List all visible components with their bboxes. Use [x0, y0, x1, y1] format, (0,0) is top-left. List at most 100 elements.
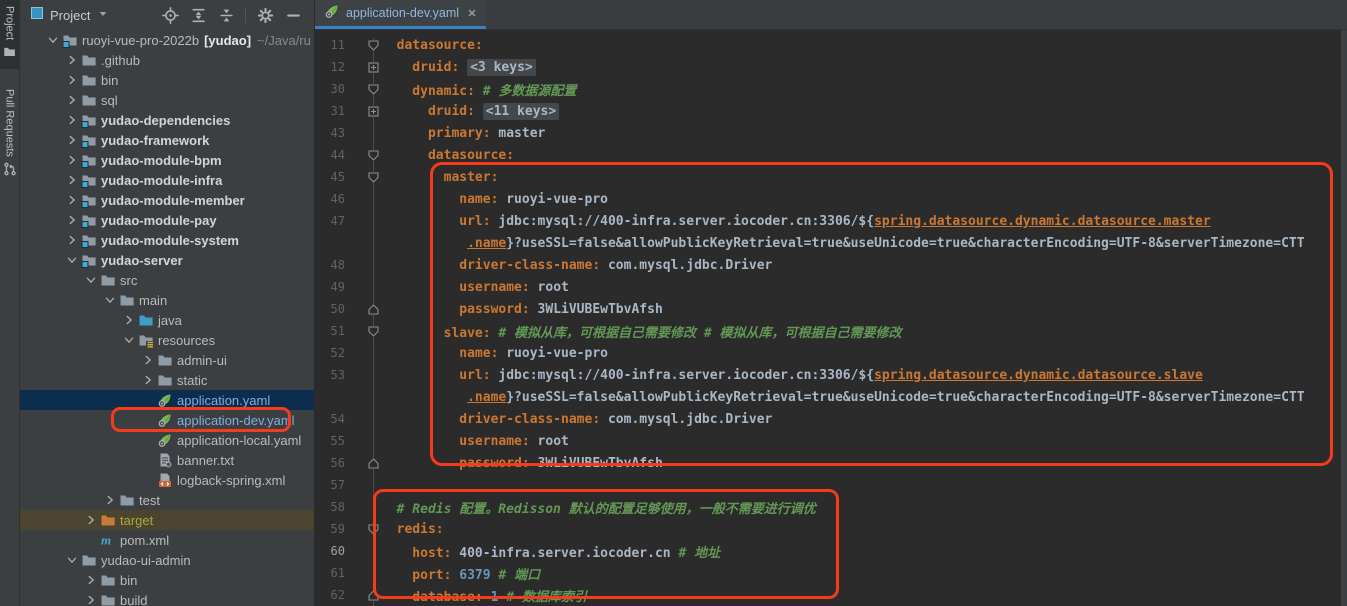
chevron-right-icon[interactable] — [63, 153, 81, 167]
tree-item-yudao-framework[interactable]: yudao-framework — [20, 130, 314, 150]
close-icon[interactable] — [467, 8, 477, 18]
chevron-down-icon[interactable] — [63, 253, 81, 267]
hide-panel-icon[interactable] — [282, 4, 304, 26]
settings-gear-icon[interactable] — [254, 4, 276, 26]
tree-item-yudao-ui-admin[interactable]: yudao-ui-admin — [20, 550, 314, 570]
fold-marker-collapse-icon[interactable] — [345, 458, 381, 469]
code-text: port: 6379 # 端口 — [381, 564, 540, 583]
fold-marker-collapse-icon[interactable] — [345, 304, 381, 315]
chevron-right-icon[interactable] — [82, 573, 100, 587]
code-line-55: 55 username: root — [315, 430, 1341, 452]
chevron-right-icon[interactable] — [101, 493, 119, 507]
tree-item-application-yaml[interactable]: application.yaml — [20, 390, 314, 410]
spring-yaml-icon — [157, 412, 175, 428]
fold-marker-collapse-icon[interactable] — [345, 326, 381, 337]
fold-marker-collapse-icon[interactable] — [345, 150, 381, 161]
chevron-right-icon[interactable] — [63, 193, 81, 207]
tree-item-application-local-yaml[interactable]: application-local.yaml — [20, 430, 314, 450]
tree-item-static[interactable]: static — [20, 370, 314, 390]
tree-item-main[interactable]: main — [20, 290, 314, 310]
chevron-down-icon[interactable] — [82, 273, 100, 287]
tree-item-label: banner.txt — [175, 453, 234, 468]
chevron-right-icon[interactable] — [139, 353, 157, 367]
tree-item-label: pom.xml — [118, 533, 169, 548]
tree-item--github[interactable]: .github — [20, 50, 314, 70]
folded-region[interactable]: <11 keys> — [483, 103, 559, 120]
tool-button-pull-requests[interactable]: Pull Requests — [0, 83, 19, 187]
tree-item-yudao-server[interactable]: yudao-server — [20, 250, 314, 270]
code-text: datasource: — [381, 148, 514, 163]
project-panel-title[interactable]: Project — [50, 8, 90, 23]
tree-item-yudao-module-system[interactable]: yudao-module-system — [20, 230, 314, 250]
project-path: ~/Java/ru — [251, 33, 311, 48]
chevron-right-icon[interactable] — [82, 513, 100, 527]
tree-item-admin-ui[interactable]: admin-ui — [20, 350, 314, 370]
tree-item-logback-spring-xml[interactable]: logback-spring.xml — [20, 470, 314, 490]
chevron-down-icon[interactable] — [63, 553, 81, 567]
text-file-icon — [157, 452, 175, 468]
tree-item-label: application-dev.yaml — [175, 413, 295, 428]
chevron-right-icon[interactable] — [63, 173, 81, 187]
chevron-down-icon[interactable] — [44, 33, 62, 47]
tree-item-sql[interactable]: sql — [20, 90, 314, 110]
chevron-down-icon[interactable] — [98, 6, 108, 24]
tree-item-target[interactable]: target — [20, 510, 314, 530]
fold-marker-collapse-icon[interactable] — [345, 524, 381, 535]
fold-marker-expand-icon[interactable] — [345, 62, 381, 73]
fold-marker-collapse-icon[interactable] — [345, 172, 381, 183]
chevron-right-icon[interactable] — [120, 313, 138, 327]
tree-item-src[interactable]: src — [20, 270, 314, 290]
tree-item-yudao-module-pay[interactable]: yudao-module-pay — [20, 210, 314, 230]
fold-marker-expand-icon[interactable] — [345, 106, 381, 117]
project-folder-icon — [3, 45, 16, 63]
tool-button-pull-requests-label: Pull Requests — [4, 89, 16, 157]
tree-item-label: build — [118, 593, 147, 606]
line-number: 43 — [315, 126, 345, 140]
chevron-right-icon[interactable] — [63, 93, 81, 107]
code-text: password: 3WLiVUBEwTbvAfsh — [381, 456, 663, 471]
editor-scrollbar[interactable] — [1341, 30, 1347, 606]
locate-icon[interactable] — [159, 4, 181, 26]
tree-item-yudao-module-bpm[interactable]: yudao-module-bpm — [20, 150, 314, 170]
code-text: dynamic: # 多数据源配置 — [381, 80, 576, 99]
tree-item-pom-xml[interactable]: mpom.xml — [20, 530, 314, 550]
collapse-all-icon[interactable] — [215, 4, 237, 26]
fold-marker-collapse-icon[interactable] — [345, 40, 381, 51]
code-text: url: jdbc:mysql://400-infra.server.iocod… — [381, 214, 1211, 229]
code-text: host: 400-infra.server.iocoder.cn # 地址 — [381, 542, 720, 561]
tree-item-bin[interactable]: bin — [20, 70, 314, 90]
yaml-reference-link[interactable]: spring.datasource.dynamic.datasource.mas… — [874, 214, 1211, 229]
tab-application-dev-yaml[interactable]: application-dev.yaml — [315, 0, 486, 29]
yaml-reference-link[interactable]: .name — [467, 236, 506, 251]
tree-item-build[interactable]: build — [20, 590, 314, 606]
folded-region[interactable]: <3 keys> — [467, 59, 536, 76]
chevron-right-icon[interactable] — [63, 233, 81, 247]
tree-item-yudao-dependencies[interactable]: yudao-dependencies — [20, 110, 314, 130]
tree-item-yudao-module-member[interactable]: yudao-module-member — [20, 190, 314, 210]
folder-icon — [81, 92, 99, 108]
tool-button-project[interactable]: Project — [0, 0, 19, 69]
chevron-right-icon[interactable] — [63, 133, 81, 147]
chevron-right-icon[interactable] — [63, 113, 81, 127]
chevron-right-icon[interactable] — [63, 73, 81, 87]
chevron-down-icon[interactable] — [101, 293, 119, 307]
tree-item-yudao-module-infra[interactable]: yudao-module-infra — [20, 170, 314, 190]
tree-item-java[interactable]: java — [20, 310, 314, 330]
chevron-right-icon[interactable] — [82, 593, 100, 606]
yaml-reference-link[interactable]: spring.datasource.dynamic.datasource.sla… — [874, 368, 1203, 383]
expand-all-icon[interactable] — [187, 4, 209, 26]
tree-item-ruoyi-vue-pro-2022b[interactable]: ruoyi-vue-pro-2022b[yudao]~/Java/ru — [20, 30, 314, 50]
chevron-right-icon[interactable] — [139, 373, 157, 387]
chevron-right-icon[interactable] — [63, 53, 81, 67]
fold-marker-collapse-icon[interactable] — [345, 84, 381, 95]
editor: application-dev.yaml 11 datasource:12 dr… — [315, 0, 1347, 606]
chevron-down-icon[interactable] — [120, 333, 138, 347]
tree-item-bin[interactable]: bin — [20, 570, 314, 590]
tree-item-test[interactable]: test — [20, 490, 314, 510]
tree-item-resources[interactable]: resources — [20, 330, 314, 350]
chevron-right-icon[interactable] — [63, 213, 81, 227]
yaml-reference-link[interactable]: .name — [467, 390, 506, 405]
fold-marker-collapse-icon[interactable] — [345, 590, 381, 601]
tree-item-application-dev-yaml[interactable]: application-dev.yaml — [20, 410, 314, 430]
tree-item-banner-txt[interactable]: banner.txt — [20, 450, 314, 470]
